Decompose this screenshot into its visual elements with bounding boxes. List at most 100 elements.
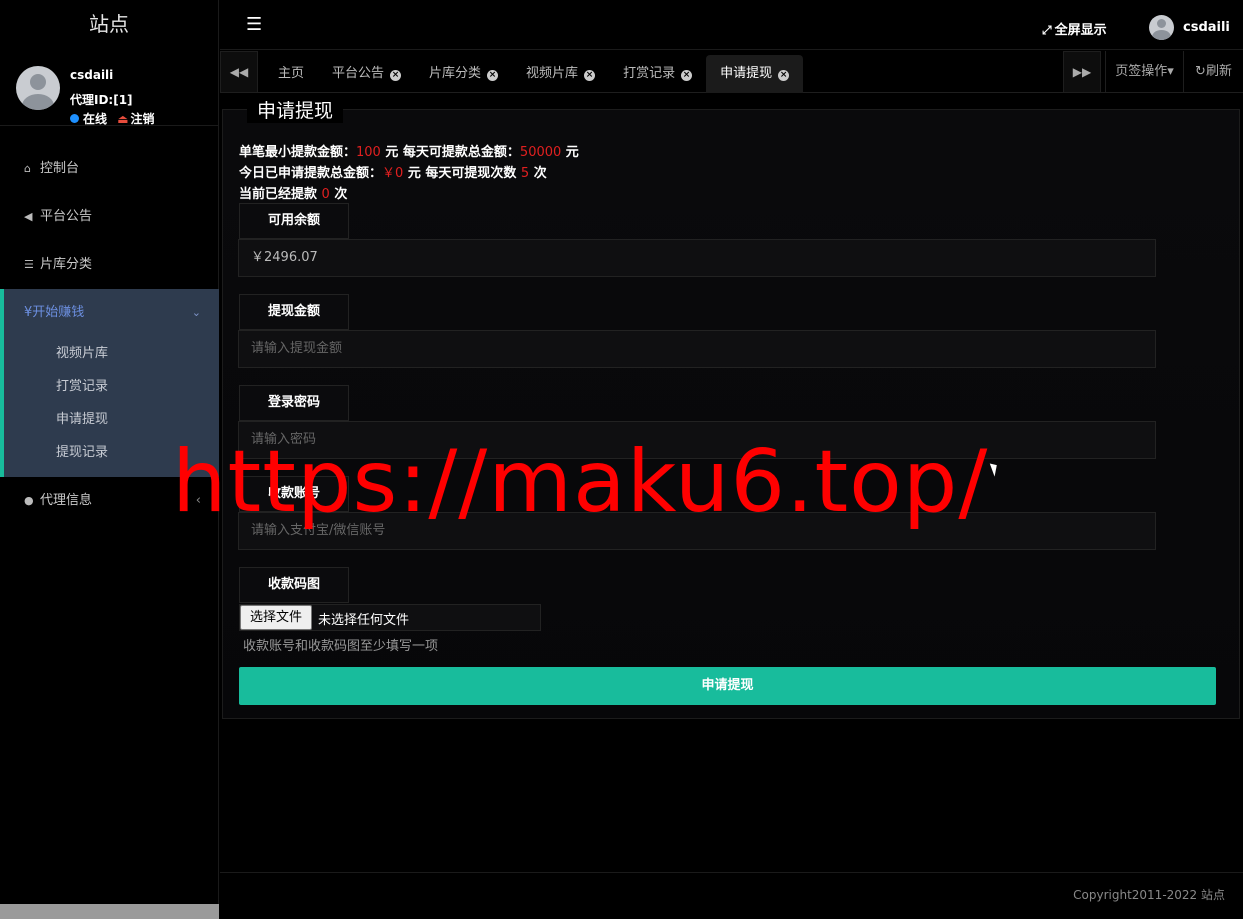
page-title: 申请提现 [247,96,344,123]
qrcode-file-input[interactable]: 选择文件 未选择任何文件 [239,604,541,631]
info-text: 次 [329,187,348,202]
daily-total-value: 50000 [519,145,562,160]
caret-down-icon: ▾ [1167,64,1174,79]
sidebar-item-categories[interactable]: ☰ 片库分类 [0,241,219,289]
info-text: 次 [529,166,547,181]
sidebar-item-earn[interactable]: ¥开始赚钱 ⌄ [4,289,219,337]
list-icon: ☰ [24,258,34,271]
password-input[interactable]: 请输入密码 [238,421,1156,459]
home-icon: ⌂ [24,162,31,175]
logout-icon[interactable]: ⏏ [117,112,128,126]
amount-input[interactable]: 请输入提现金额 [238,330,1156,368]
fullscreen-label: 全屏显示 [1054,23,1107,38]
min-amount-value: 100 [356,145,381,160]
tabs: 主页 平台公告 × 片库分类 × 视频片库 × 打赏记录 × 申请提现 × [264,55,804,93]
tab-ops-label: 页签操作 [1115,64,1168,79]
sidebar-item-agent-info[interactable]: ● 代理信息 ‹ [0,477,219,525]
balance-label: 可用余额 [239,203,349,239]
sidebar-item-label: 平台公告 [40,209,93,224]
tab-label: 申请提现 [720,66,773,81]
password-label: 登录密码 [239,385,349,421]
sidebar-item-label: 控制台 [40,161,80,176]
limit-info-line3: 当前已经提款 0 次 [239,183,347,202]
header: ☰ ⤢ 全屏显示 csdaili [220,0,1243,50]
refresh-button[interactable]: ↻刷新 [1183,51,1243,93]
tab-label: 视频片库 [526,66,579,81]
sidebar-item-announcements[interactable]: ◀ 平台公告 [0,193,219,241]
close-icon[interactable]: × [584,70,596,81]
menu-toggle-icon[interactable]: ☰ [246,14,262,35]
status-text: 在线 [83,112,108,126]
tab-scroll-left-icon[interactable]: ◀◀ [220,51,258,93]
footer: Copyright2011-2022 站点 [220,872,1243,919]
sidebar-item-label: 片库分类 [40,257,93,272]
today-total-value: ￥0 [382,166,404,181]
tab-rewards[interactable]: 打赏记录 × [609,55,706,93]
account-label: 收款账号 [239,476,349,512]
chevron-down-icon: ⌄ [191,306,201,319]
sidebar-subitem-withdraw-records[interactable]: 提现记录 [4,436,219,469]
tab-operations-dropdown[interactable]: 页签操作▾ [1105,51,1183,93]
close-icon[interactable]: × [778,70,790,81]
sidebar-group-earn: ¥开始赚钱 ⌄ 视频片库 打赏记录 申请提现 提现记录 [0,289,219,477]
sidebar-item-label: 代理信息 [40,493,93,508]
tab-withdraw[interactable]: 申请提现 × [706,55,804,93]
tab-scroll-right-icon[interactable]: ▶▶ [1063,51,1101,93]
tab-videos[interactable]: 视频片库 × [512,55,609,93]
tab-home[interactable]: 主页 [264,55,318,93]
choose-file-button[interactable]: 选择文件 [240,605,312,630]
site-title: 站点 [89,12,129,36]
amount-label: 提现金额 [239,294,349,330]
sidebar-username: csdaili [70,68,114,82]
sidebar-submenu: 视频片库 打赏记录 申请提现 提现记录 [4,337,219,477]
agent-id: 代理ID:[1] [70,93,133,107]
refresh-icon: ↻ [1195,64,1206,79]
copyright: Copyright2011-2022 站点 [1073,888,1225,902]
info-text: 当前已经提款 [239,187,318,202]
tab-label: 平台公告 [332,66,385,81]
info-text: 每天可提款总金额： [402,145,520,160]
sidebar-subitem-withdraw[interactable]: 申请提现 [4,403,219,436]
close-icon[interactable]: × [390,70,402,81]
online-dot-icon [70,114,79,123]
sidebar-subitem-rewards[interactable]: 打赏记录 [4,370,219,403]
close-icon[interactable]: × [487,70,499,81]
tab-announcements[interactable]: 平台公告 × [318,55,415,93]
tab-label: 片库分类 [429,66,482,81]
balance-field: ￥2496.07 [238,239,1156,277]
submit-withdraw-button[interactable]: 申请提现 [239,667,1216,705]
sidebar-scrollbar[interactable] [0,904,219,919]
info-text: 今日已申请提款总金额： [239,166,383,181]
tab-bar: ◀◀ 主页 平台公告 × 片库分类 × 视频片库 × 打赏记录 × 申请提现 × ▶▶ 页… [220,51,1243,93]
info-text: 元 [380,145,403,160]
file-status: 未选择任何文件 [318,613,410,628]
chevron-left-icon: ‹ [195,493,201,508]
bullhorn-icon: ◀ [24,210,33,223]
tab-label: 主页 [278,66,305,81]
expand-icon: ⤢ [1042,23,1052,37]
account-input[interactable]: 请输入支付宝/微信账号 [238,512,1156,550]
main-content: 申请提现 单笔最小提款金额：100 元 每天可提款总金额：50000 元 今日已… [220,93,1243,872]
logout-link[interactable]: 注销 [131,112,155,126]
header-avatar[interactable] [1149,15,1174,40]
limit-info-line1: 单笔最小提款金额：100 元 每天可提款总金额：50000 元 [239,141,579,160]
info-text: 元 [403,166,426,181]
close-icon[interactable]: × [681,70,693,81]
tab-label: 打赏记录 [623,66,676,81]
user-status: 在线 ⏏ 注销 [70,110,155,127]
header-username[interactable]: csdaili [1183,20,1230,35]
current-times-value: 0 [321,187,330,202]
sidebar-menu: ⌂ 控制台 ◀ 平台公告 ☰ 片库分类 ¥开始赚钱 ⌄ 视频片库 打赏记录 申请提现 … [0,145,219,525]
avatar [16,66,60,110]
form-hint: 收款账号和收款码图至少填写一项 [243,639,439,654]
sidebar-subitem-videos[interactable]: 视频片库 [4,337,219,370]
info-text: 每天可提现次数 [425,166,517,181]
tab-categories[interactable]: 片库分类 × [415,55,512,93]
fullscreen-button[interactable]: ⤢ 全屏显示 [1042,19,1107,38]
sidebar-item-label: ¥开始赚钱 [24,305,85,320]
user-icon: ● [24,494,34,507]
qrcode-label: 收款码图 [239,567,349,603]
info-text: 元 [561,145,579,160]
sidebar-item-dashboard[interactable]: ⌂ 控制台 [0,145,219,193]
withdraw-form: 申请提现 单笔最小提款金额：100 元 每天可提款总金额：50000 元 今日已… [222,96,1240,719]
